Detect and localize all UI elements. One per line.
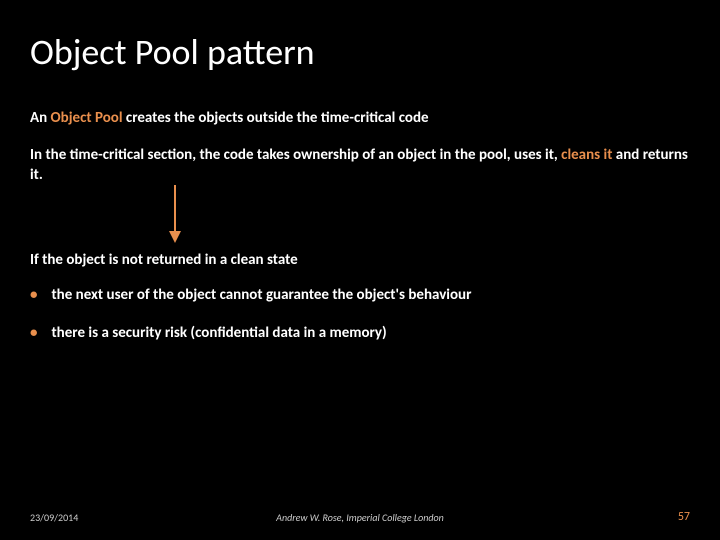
- p2-accent: cleans it: [561, 146, 612, 164]
- paragraph-3: If the object is not returned in a clean…: [30, 250, 690, 270]
- bullet-text: the next user of the object cannot guara…: [51, 285, 471, 305]
- arrow-down-icon: [165, 185, 185, 245]
- bullet-text: there is a security risk (confidential d…: [51, 323, 386, 343]
- bullet-icon: •: [30, 323, 37, 343]
- bullet-icon: •: [30, 285, 37, 305]
- list-item: • the next user of the object cannot gua…: [30, 285, 690, 305]
- slide-title: Object Pool pattern: [30, 30, 315, 74]
- p1-accent: Object Pool: [51, 109, 126, 127]
- paragraph-2: In the time-critical section, the code t…: [30, 145, 690, 186]
- p2-a: In the time-critical section, the code t…: [30, 146, 561, 164]
- paragraph-1: An Object Pool creates the objects outsi…: [30, 108, 690, 128]
- p1-suffix: creates the objects outside the time-cri…: [126, 109, 429, 127]
- p1-prefix: An: [30, 109, 51, 127]
- list-item: • there is a security risk (confidential…: [30, 323, 690, 343]
- footer-page-number: 57: [678, 510, 690, 524]
- footer-author: Andrew W. Rose, Imperial College London: [0, 511, 720, 524]
- bullet-list: • the next user of the object cannot gua…: [30, 285, 690, 362]
